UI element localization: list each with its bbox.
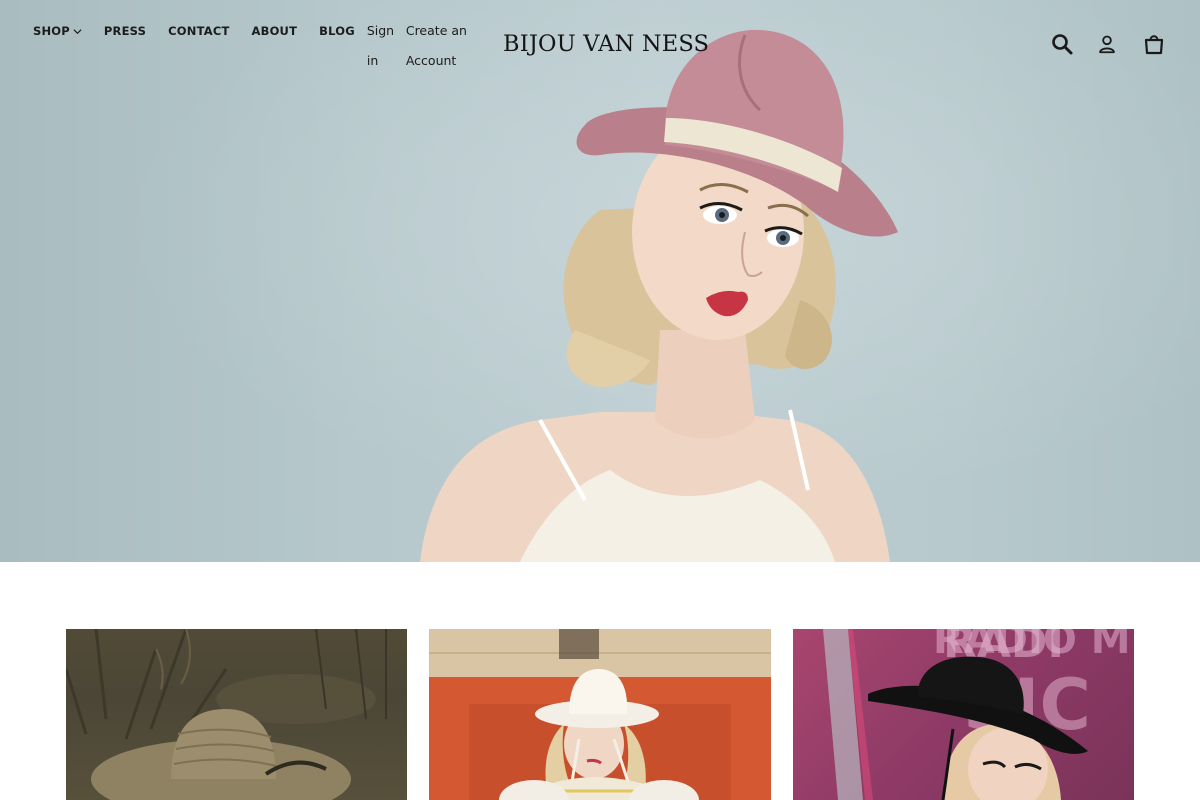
site-logo[interactable]: BIJOU VAN NESS bbox=[503, 29, 709, 59]
white-hat-image bbox=[429, 629, 771, 800]
create-account-link[interactable]: Create an Account bbox=[406, 16, 472, 76]
site-header: SHOP PRESS CONTACT ABOUT BLOG Sign in Cr… bbox=[0, 0, 1200, 90]
collection-tile-white-hat[interactable] bbox=[429, 629, 771, 800]
header-icons bbox=[1048, 30, 1168, 58]
search-button[interactable] bbox=[1048, 30, 1076, 58]
cart-icon bbox=[1144, 35, 1164, 55]
sign-in-link[interactable]: Sign in bbox=[367, 16, 395, 76]
nav-item-press-label: PRESS bbox=[103, 24, 147, 38]
search-icon bbox=[1052, 34, 1073, 55]
main-nav: SHOP PRESS CONTACT ABOUT BLOG Sign in Cr… bbox=[33, 22, 472, 76]
nav-item-blog-label: BLOG bbox=[319, 24, 355, 38]
nav-item-contact[interactable]: CONTACT bbox=[168, 22, 229, 40]
account-button[interactable] bbox=[1093, 30, 1121, 58]
collection-tile-black-hat[interactable]: RADIO MUSIC AWARDS RADI SIC bbox=[793, 629, 1134, 800]
nav-item-about-label: ABOUT bbox=[251, 24, 298, 38]
cart-button[interactable] bbox=[1140, 30, 1168, 58]
nav-item-about[interactable]: ABOUT bbox=[252, 22, 298, 40]
collection-tile-straw-hat[interactable] bbox=[66, 629, 407, 800]
nav-item-contact-label: CONTACT bbox=[168, 24, 230, 38]
nav-item-blog[interactable]: BLOG bbox=[319, 22, 355, 40]
user-icon bbox=[1099, 35, 1115, 54]
black-hat-image: RADI SIC bbox=[823, 629, 1091, 800]
nav-item-shop[interactable]: SHOP bbox=[33, 22, 82, 40]
collection-tiles: RADIO MUSIC AWARDS RADI SIC bbox=[66, 629, 1134, 800]
straw-hat-image bbox=[66, 629, 387, 800]
nav-item-shop-label: SHOP bbox=[33, 24, 70, 38]
nav-item-press[interactable]: PRESS bbox=[104, 22, 146, 40]
chevron-down-icon bbox=[73, 28, 82, 34]
